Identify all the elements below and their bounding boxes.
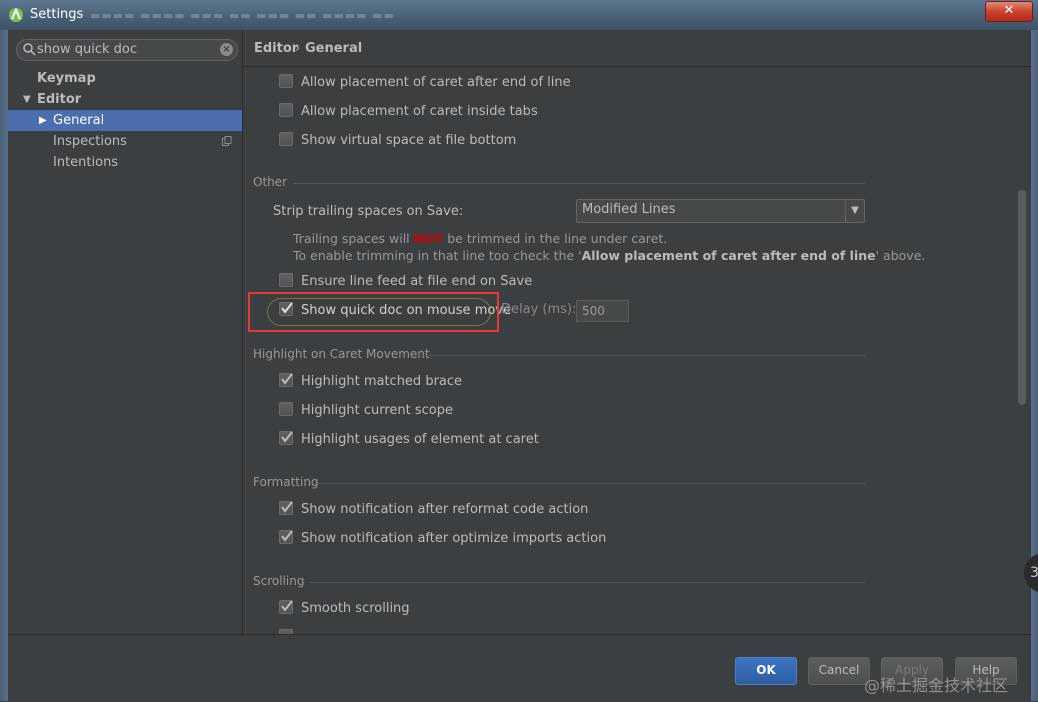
group-title-highlight: Highlight on Caret Movement (253, 347, 430, 361)
group-divider (310, 582, 865, 583)
settings-tree-panel: × Keymap ▼ Editor ▶ General Inspections … (8, 30, 243, 634)
ok-button[interactable]: OK (735, 657, 797, 685)
checkmark-icon (281, 501, 293, 513)
checkbox-unchecked[interactable] (279, 132, 293, 146)
tree-item-label: Intentions (53, 155, 119, 170)
cancel-button[interactable]: Cancel (808, 657, 870, 685)
breadcrumb-editor: Editor (254, 41, 299, 56)
window-title: Settings (30, 7, 84, 22)
red-highlight-annotation (248, 292, 499, 332)
search-box: × (16, 39, 238, 61)
search-input[interactable] (37, 41, 212, 58)
settings-content-panel: Editor › General Allow placement of care… (243, 30, 1031, 634)
tree-item-intentions[interactable]: Intentions (8, 152, 242, 173)
checkbox-notify-optimize[interactable]: Show notification after optimize imports… (279, 529, 606, 549)
strip-trailing-label: Strip trailing spaces on Save: (273, 204, 464, 219)
checkbox-checked[interactable] (279, 431, 293, 445)
project-settings-icon (222, 136, 232, 146)
checkbox-caret-inside-tabs[interactable]: Allow placement of caret inside tabs (279, 102, 538, 122)
group-divider (293, 183, 865, 184)
checkmark-icon (281, 431, 293, 443)
checkbox-virtual-space[interactable]: Show virtual space at file bottom (279, 131, 516, 151)
trailing-hint-line2: To enable trimming in that line too chec… (293, 248, 926, 263)
checkbox-unchecked[interactable] (279, 402, 293, 416)
breadcrumb-separator: › (295, 41, 301, 56)
checkmark-icon (281, 373, 293, 385)
checkbox-checked[interactable] (279, 600, 293, 614)
checkbox-unchecked[interactable] (279, 273, 293, 287)
group-divider (318, 483, 865, 484)
breadcrumb-general: General (305, 41, 363, 56)
group-title-formatting: Formatting (253, 475, 319, 489)
checkmark-icon (281, 600, 293, 612)
group-title-other: Other (253, 175, 288, 189)
checkbox-checked[interactable] (279, 530, 293, 544)
window-frame-left (0, 30, 8, 701)
checkbox-highlight-brace[interactable]: Highlight matched brace (279, 372, 462, 392)
tree-item-label: Inspections (53, 134, 127, 149)
checkbox-notify-reformat[interactable]: Show notification after reformat code ac… (279, 500, 588, 520)
checkbox-caret-after-end[interactable]: Allow placement of caret after end of li… (279, 73, 571, 93)
tree-item-keymap[interactable]: Keymap (8, 68, 242, 89)
checkmark-icon (281, 530, 293, 542)
search-icon (23, 43, 36, 56)
tree-item-inspections[interactable]: Inspections (8, 131, 242, 152)
close-button[interactable]: ✕ (985, 1, 1033, 22)
window-frame-right (1031, 30, 1038, 701)
android-studio-icon (9, 7, 23, 22)
strip-trailing-dropdown[interactable]: Modified Lines ▼ (576, 199, 865, 223)
trailing-hint-line1: Trailing spaces will NOT be trimmed in t… (293, 231, 668, 246)
checkbox-smooth-scrolling[interactable]: Smooth scrolling (279, 599, 410, 619)
tree-item-label: General (53, 113, 105, 128)
background-menu-ghost: ▬▬▬▬ ▬▬▬▬ ▬▬▬ ▬▬ ▬▬▬ ▬▬ ▬▬▬▬ ▬▬ (90, 9, 395, 22)
checkbox-highlight-scope[interactable]: Highlight current scope (279, 401, 453, 421)
clear-search-icon[interactable]: × (220, 43, 233, 56)
tree-item-general[interactable]: ▶ General (8, 110, 242, 131)
delay-label: Delay (ms): (501, 302, 577, 317)
expanded-arrow-icon[interactable]: ▼ (23, 89, 31, 110)
chevron-down-icon[interactable]: ▼ (845, 200, 864, 222)
vertical-scrollbar[interactable] (1018, 190, 1026, 405)
collapsed-arrow-icon[interactable]: ▶ (39, 110, 47, 131)
checkbox-checked[interactable] (279, 501, 293, 515)
delay-input[interactable] (576, 300, 629, 322)
breadcrumb: Editor › General (243, 30, 1031, 67)
settings-scroll-area[interactable]: Allow placement of caret after end of li… (243, 67, 1031, 634)
tree-item-label: Editor (37, 92, 82, 107)
tree-item-editor[interactable]: ▼ Editor (8, 89, 242, 110)
group-divider (413, 355, 865, 356)
checkbox-highlight-usages[interactable]: Highlight usages of element at caret (279, 430, 539, 450)
dropdown-value: Modified Lines (582, 202, 676, 217)
watermark: @稀土掘金技术社区 (864, 676, 1009, 695)
not-emphasis: NOT (413, 231, 444, 246)
checkbox-ensure-line-feed[interactable]: Ensure line feed at file end on Save (279, 272, 532, 292)
window-title-bar: Settings ▬▬▬▬ ▬▬▬▬ ▬▬▬ ▬▬ ▬▬▬ ▬▬ ▬▬▬▬ ▬▬… (0, 0, 1038, 31)
checkbox-unchecked[interactable] (279, 74, 293, 88)
checkbox-unchecked[interactable] (279, 103, 293, 117)
group-title-scrolling: Scrolling (253, 574, 305, 588)
checkbox-checked[interactable] (279, 373, 293, 387)
tree-item-label: Keymap (37, 71, 96, 86)
